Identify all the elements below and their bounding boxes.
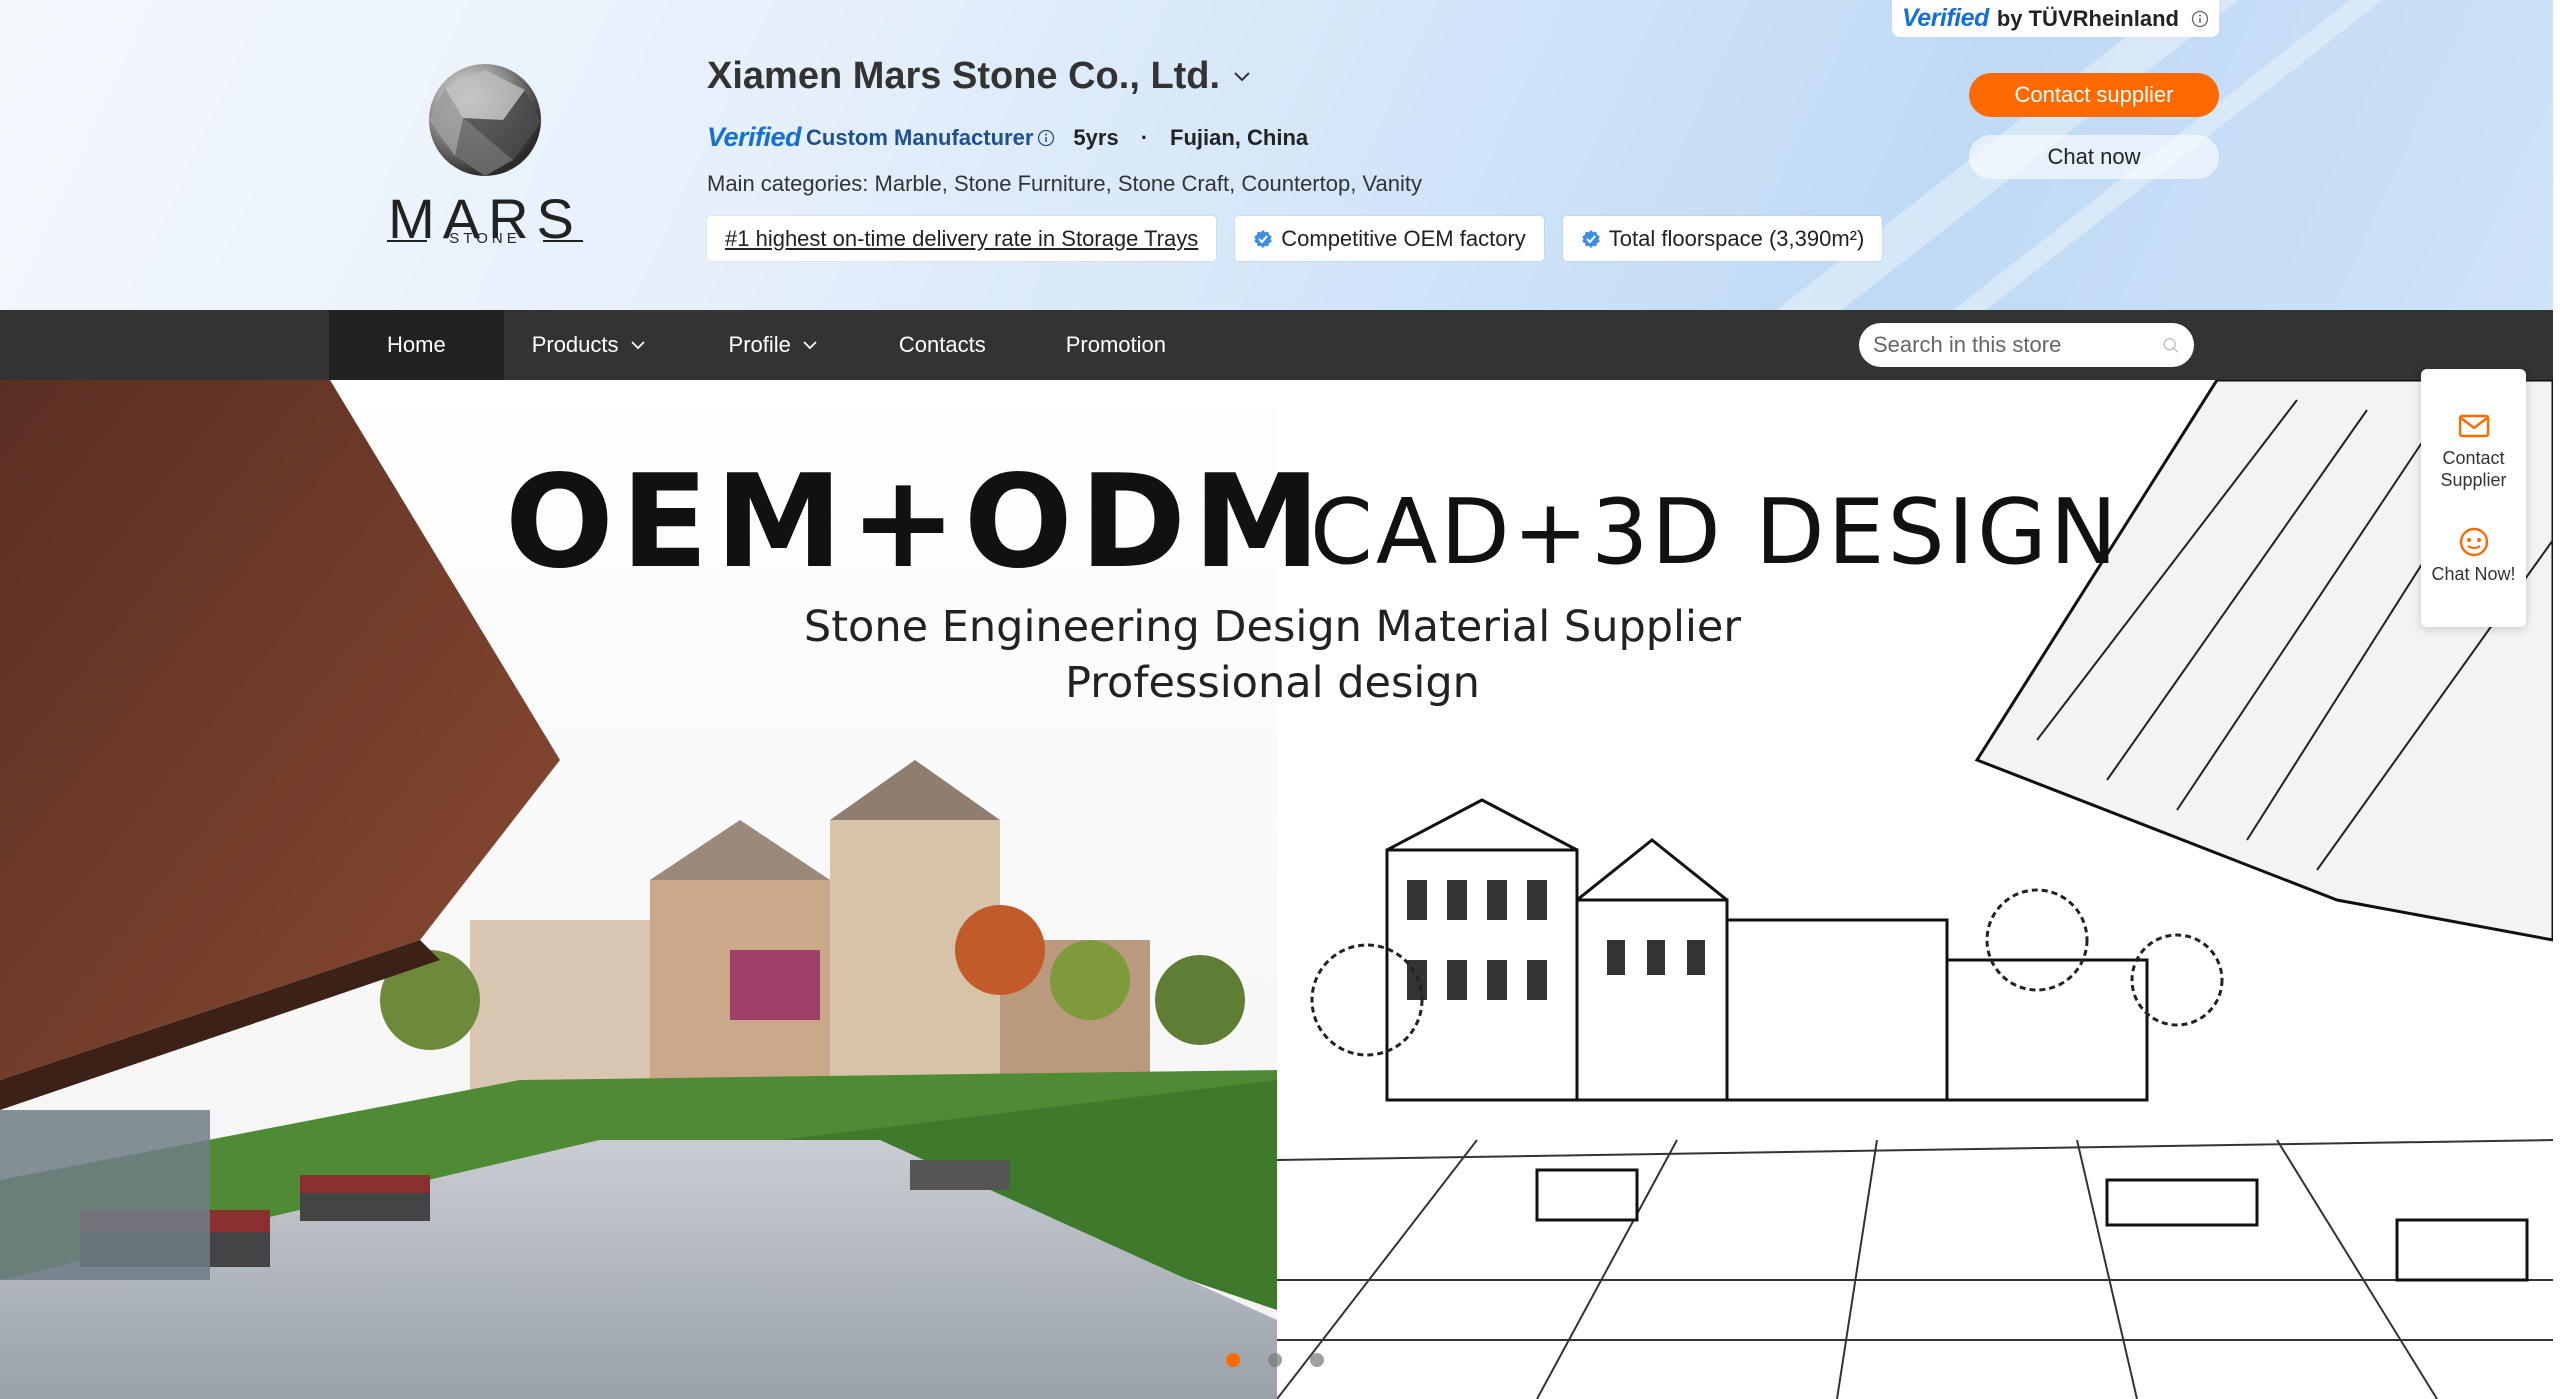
banner-headline-secondary: CAD+3D DESIGN <box>1310 480 2121 585</box>
carousel-dot[interactable] <box>1268 1353 1282 1367</box>
ranking-chip[interactable]: #1 highest on-time delivery rate in Stor… <box>707 216 1217 261</box>
verified-badge-icon: Verified <box>1902 4 1989 32</box>
store-search <box>1859 323 2194 367</box>
company-meta: Verified Custom Manufacturer 5yrs · Fuji… <box>707 122 1308 153</box>
nav-items: Home Products Profile Contacts Promotion <box>329 310 1206 380</box>
manufacturer-type[interactable]: Custom Manufacturer <box>806 125 1033 151</box>
nav-home-label: Home <box>387 332 446 357</box>
hero-banner[interactable]: OEM+ODM CAD+3D DESIGN Stone Engineering … <box>0 380 2553 1399</box>
chevron-down-icon <box>630 341 645 350</box>
verified-badge-icon: Verified <box>707 122 802 152</box>
chat-icon <box>2459 527 2488 557</box>
side-chat-now[interactable]: Chat Now! <box>2421 525 2526 585</box>
nav-products[interactable]: Products <box>504 310 689 380</box>
nav-promotion[interactable]: Promotion <box>1026 310 1206 380</box>
banner-subtitle-2: Professional design <box>1065 658 1480 708</box>
chat-now-button[interactable]: Chat now <box>1969 135 2219 179</box>
nav-promotion-label: Promotion <box>1065 332 1166 357</box>
banner-subtitle: Stone Engineering Design Material Suppli… <box>803 602 1742 652</box>
company-location: Fujian, China <box>1170 124 1309 150</box>
company-name: Xiamen Mars Stone Co., Ltd. <box>707 55 1221 97</box>
search-icon[interactable] <box>2161 333 2180 357</box>
chevron-down-icon <box>1234 71 1250 81</box>
floorspace-chip: Total floorspace (3,390m²) <box>1562 216 1883 261</box>
tuv-verified-badge[interactable]: Verified by TÜVRheinland <box>1892 0 2219 37</box>
nav-products-label: Products <box>531 332 619 357</box>
mail-icon <box>2458 414 2489 438</box>
years-in-business: 5yrs <box>1073 124 1119 150</box>
oem-factory-chip: Competitive OEM factory <box>1235 216 1544 261</box>
company-logo[interactable]: MARS STONE <box>385 60 585 255</box>
logo-rule <box>543 240 583 242</box>
logo-globe-icon <box>429 64 541 176</box>
ranking-chip-label: #1 highest on-time delivery rate in Stor… <box>725 225 1199 251</box>
separator: · <box>1140 124 1149 150</box>
store-nav: Home Products Profile Contacts Promotion <box>0 310 2553 380</box>
verified-check-icon <box>1254 229 1273 248</box>
nav-contacts[interactable]: Contacts <box>859 310 1026 380</box>
side-chat-label: Chat Now! <box>2431 564 2516 584</box>
tuv-label: by TÜVRheinland <box>1996 5 2179 31</box>
carousel-dot[interactable] <box>1310 1353 1324 1367</box>
side-contact-supplier[interactable]: Contact Supplier <box>2421 409 2526 491</box>
company-highlights: #1 highest on-time delivery rate in Stor… <box>707 216 1883 261</box>
verified-check-icon <box>1581 229 1600 248</box>
store-header: MARS STONE Xiamen Mars Stone Co., Ltd. V… <box>0 0 2553 310</box>
company-name-dropdown[interactable]: Xiamen Mars Stone Co., Ltd. <box>707 55 1252 98</box>
store-search-input[interactable] <box>1873 332 2161 358</box>
contact-supplier-button[interactable]: Contact supplier <box>1969 73 2219 117</box>
side-contact-label: Contact Supplier <box>2440 448 2507 490</box>
logo-subtitle: STONE <box>449 230 521 247</box>
carousel-dot[interactable] <box>1226 1353 1240 1367</box>
carousel-dots <box>1226 1353 1324 1367</box>
oem-factory-chip-label: Competitive OEM factory <box>1281 225 1526 251</box>
info-icon[interactable] <box>1037 129 1055 147</box>
info-icon[interactable] <box>2191 10 2209 28</box>
main-categories: Main categories: Marble, Stone Furniture… <box>707 171 1422 196</box>
chevron-down-icon <box>803 341 817 350</box>
nav-home[interactable]: Home <box>329 310 504 380</box>
nav-profile-label: Profile <box>728 332 791 357</box>
floorspace-chip-label: Total floorspace (3,390m²) <box>1608 225 1865 251</box>
nav-contacts-label: Contacts <box>898 332 986 357</box>
banner-headline: OEM+ODM <box>505 448 1328 597</box>
floating-side-panel: Contact Supplier Chat Now! <box>2421 369 2526 627</box>
nav-profile[interactable]: Profile <box>689 310 859 380</box>
